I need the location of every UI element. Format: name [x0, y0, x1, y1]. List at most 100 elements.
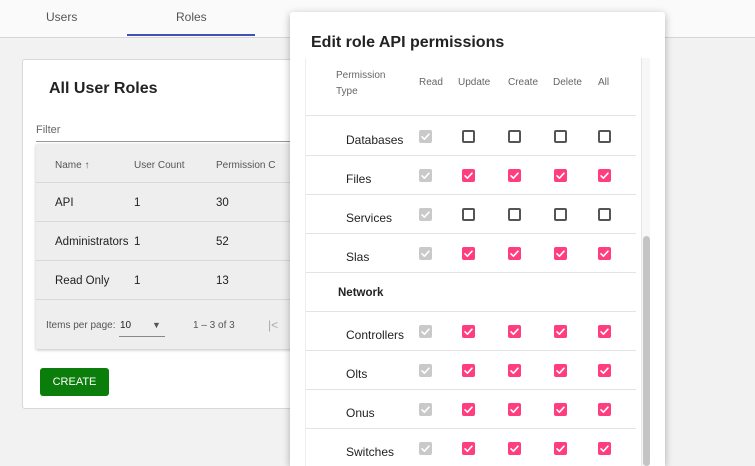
check-icon [600, 445, 609, 452]
update-checkbox[interactable] [462, 442, 475, 455]
check-icon [464, 328, 473, 335]
check-icon [556, 406, 565, 413]
read-checkbox [419, 403, 432, 416]
create-checkbox[interactable] [508, 247, 521, 260]
delete-checkbox[interactable] [554, 208, 567, 221]
permission-type-label: Files [346, 172, 372, 186]
header-all: All [598, 77, 610, 88]
all-checkbox[interactable] [598, 325, 611, 338]
edit-permissions-dialog: Edit role API permissions Permission Typ… [290, 12, 665, 466]
check-icon [556, 445, 565, 452]
read-checkbox [419, 130, 432, 143]
delete-checkbox[interactable] [554, 403, 567, 416]
update-checkbox[interactable] [462, 169, 475, 182]
permission-row: Onus [306, 390, 636, 429]
check-icon [421, 445, 430, 452]
permission-type-label: Olts [346, 367, 368, 381]
delete-checkbox[interactable] [554, 325, 567, 338]
check-icon [556, 328, 565, 335]
check-icon [600, 328, 609, 335]
permission-row: Databases [306, 117, 636, 156]
permission-type-label: Slas [346, 250, 370, 264]
scrollbar-thumb[interactable] [643, 236, 650, 466]
read-checkbox [419, 364, 432, 377]
permission-type-label: Switches [346, 445, 395, 459]
read-checkbox [419, 247, 432, 260]
all-checkbox[interactable] [598, 442, 611, 455]
header-delete: Delete [553, 77, 582, 88]
delete-checkbox[interactable] [554, 364, 567, 377]
create-checkbox[interactable] [508, 169, 521, 182]
check-icon [464, 445, 473, 452]
permission-row: Services [306, 195, 636, 234]
create-checkbox[interactable] [508, 442, 521, 455]
permission-row: Olts [306, 351, 636, 390]
check-icon [510, 250, 519, 257]
create-checkbox[interactable] [508, 325, 521, 338]
header-permission-type: Permission Type [336, 70, 386, 97]
update-checkbox[interactable] [462, 130, 475, 143]
create-checkbox[interactable] [508, 130, 521, 143]
delete-checkbox[interactable] [554, 442, 567, 455]
update-checkbox[interactable] [462, 364, 475, 377]
update-checkbox[interactable] [462, 247, 475, 260]
delete-checkbox[interactable] [554, 247, 567, 260]
check-icon [510, 406, 519, 413]
check-icon [464, 250, 473, 257]
read-checkbox [419, 325, 432, 338]
dialog-title: Edit role API permissions [311, 34, 505, 51]
update-checkbox[interactable] [462, 208, 475, 221]
permissions-table: Permission Type Read Update Create Delet… [305, 58, 650, 466]
check-icon [556, 250, 565, 257]
check-icon [421, 250, 430, 257]
create-checkbox[interactable] [508, 208, 521, 221]
permission-row: Switches [306, 429, 636, 466]
check-icon [600, 406, 609, 413]
check-icon [421, 406, 430, 413]
delete-checkbox[interactable] [554, 169, 567, 182]
check-icon [510, 445, 519, 452]
check-icon [600, 172, 609, 179]
check-icon [556, 367, 565, 374]
all-checkbox[interactable] [598, 208, 611, 221]
check-icon [421, 328, 430, 335]
permission-row: Files [306, 156, 636, 195]
all-checkbox[interactable] [598, 130, 611, 143]
permission-type-label: Services [346, 211, 393, 225]
check-icon [600, 367, 609, 374]
create-checkbox[interactable] [508, 364, 521, 377]
all-checkbox[interactable] [598, 403, 611, 416]
delete-checkbox[interactable] [554, 130, 567, 143]
check-icon [510, 172, 519, 179]
all-checkbox[interactable] [598, 364, 611, 377]
dialog-scrollbar[interactable] [641, 58, 650, 466]
check-icon [421, 133, 430, 140]
check-icon [464, 367, 473, 374]
check-icon [464, 406, 473, 413]
check-icon [421, 172, 430, 179]
check-icon [510, 367, 519, 374]
section-label: Network [338, 287, 384, 299]
check-icon [556, 172, 565, 179]
update-checkbox[interactable] [462, 325, 475, 338]
header-create: Create [508, 77, 539, 88]
check-icon [421, 211, 430, 218]
check-icon [600, 250, 609, 257]
read-checkbox [419, 169, 432, 182]
permission-type-label: Onus [346, 406, 375, 420]
check-icon [464, 172, 473, 179]
permission-row: Controllers [306, 312, 636, 351]
check-icon [421, 367, 430, 374]
read-checkbox [419, 208, 432, 221]
header-read: Read [419, 77, 443, 88]
all-checkbox[interactable] [598, 169, 611, 182]
permission-row: Slas [306, 234, 636, 273]
header-update: Update [458, 77, 491, 88]
update-checkbox[interactable] [462, 403, 475, 416]
permission-type-label: Controllers [346, 328, 405, 342]
permission-type-label: Databases [346, 133, 404, 147]
all-checkbox[interactable] [598, 247, 611, 260]
create-checkbox[interactable] [508, 403, 521, 416]
permission-section-header: Network [306, 273, 636, 312]
check-icon [510, 328, 519, 335]
